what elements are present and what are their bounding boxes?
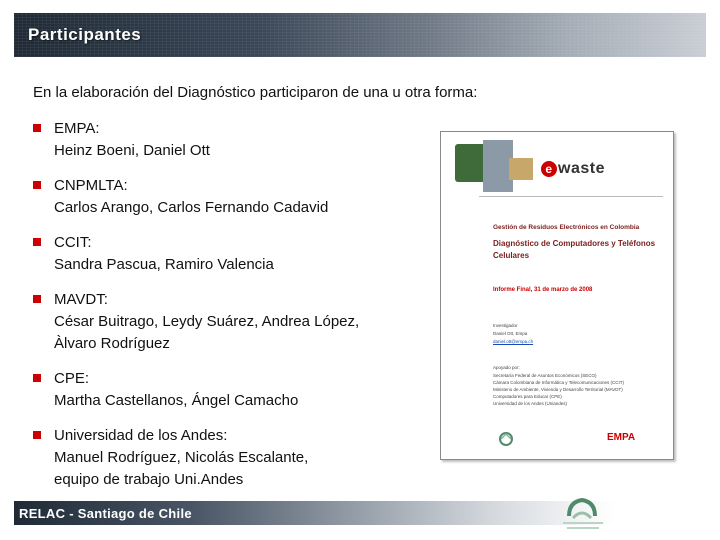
cover-photo <box>509 158 533 180</box>
supporter-item: Universidad de los Andes (Uniandes) <box>493 401 568 406</box>
participant-item-cnpmlta: CNPMLTA: Carlos Arango, Carlos Fernando … <box>33 175 403 219</box>
supporter-item: Ministerio de Ambiente, Vivienda y Desar… <box>493 387 623 392</box>
footer-bar: RELAC - Santiago de Chile <box>14 501 614 525</box>
investigator-email: daniel.ott@empa.ch <box>493 339 534 344</box>
report-heading: Gestión de Residuos Electrónicos en Colo… <box>493 224 640 231</box>
cnpml-logo-icon <box>563 497 603 529</box>
participant-org: Universidad de los Andes: <box>54 427 228 444</box>
participant-names: Manuel Rodríguez, Nicolás Escalante, <box>54 449 309 466</box>
ewaste-logo-text: waste <box>558 160 605 177</box>
participant-names: Carlos Arango, Carlos Fernando Cadavid <box>54 199 329 216</box>
support-label: Apoyado por: <box>493 365 520 370</box>
participant-names: equipo de trabajo Uni.Andes <box>54 471 244 488</box>
participants-list: EMPA: Heinz Boeni, Daniel Ott CNPMLTA: C… <box>33 118 403 504</box>
bullet-icon <box>33 181 41 189</box>
ewaste-logo: e waste <box>541 160 605 178</box>
bullet-icon <box>33 238 41 246</box>
bullet-icon <box>33 374 41 382</box>
bullet-icon <box>33 295 41 303</box>
participant-names: Àlvaro Rodríguez <box>54 335 170 352</box>
participant-names: Heinz Boeni, Daniel Ott <box>54 142 210 159</box>
bullet-icon <box>33 124 41 132</box>
ewaste-logo-letter: e <box>541 161 557 177</box>
participant-org: CPE: <box>54 370 90 387</box>
participant-names: Martha Castellanos, Ángel Camacho <box>54 392 299 409</box>
empa-logo: EMPA <box>607 432 636 443</box>
participant-item-cpe: CPE: Martha Castellanos, Ángel Camacho <box>33 368 403 412</box>
divider <box>479 196 663 197</box>
footer-text: RELAC - Santiago de Chile <box>19 506 192 521</box>
report-title: Diagnóstico de Computadores y Teléfonos … <box>493 239 656 260</box>
intro-text: En la elaboración del Diagnóstico partic… <box>33 84 478 101</box>
participant-org: MAVDT: <box>54 291 108 308</box>
investigator-name: Daniel Ott, Empa <box>493 331 528 336</box>
participant-item-uniandes: Universidad de los Andes: Manuel Rodrígu… <box>33 425 403 491</box>
participant-names: Sandra Pascua, Ramiro Valencia <box>54 256 274 273</box>
participant-item-ccit: CCIT: Sandra Pascua, Ramiro Valencia <box>33 232 403 276</box>
participant-org: CCIT: <box>54 234 92 251</box>
slide-title: Participantes <box>28 25 142 44</box>
report-date: Informe Final, 31 de marzo de 2008 <box>493 287 593 293</box>
investigator-label: Investigador <box>493 323 518 328</box>
participant-org: CNPMLTA: <box>54 177 128 194</box>
participant-item-empa: EMPA: Heinz Boeni, Daniel Ott <box>33 118 403 162</box>
supporter-item: Secretaría Federal de Asuntos Económicos… <box>493 373 597 378</box>
participant-names: César Buitrago, Leydy Suárez, Andrea Lóp… <box>54 313 360 330</box>
participant-item-mavdt: MAVDT: César Buitrago, Leydy Suárez, And… <box>33 289 403 355</box>
title-bar: Participantes <box>14 13 706 57</box>
supporter-item: Cámara Colombiana de Informática y Telec… <box>493 380 624 385</box>
recycling-logo-icon <box>499 432 513 446</box>
report-cover-image: e waste Gestión de Residuos Electrónicos … <box>440 131 674 460</box>
participant-org: EMPA: <box>54 120 100 137</box>
cover-photos <box>455 140 537 194</box>
bullet-icon <box>33 431 41 439</box>
supporter-item: Computadores para Educar (CPE) <box>493 394 562 399</box>
